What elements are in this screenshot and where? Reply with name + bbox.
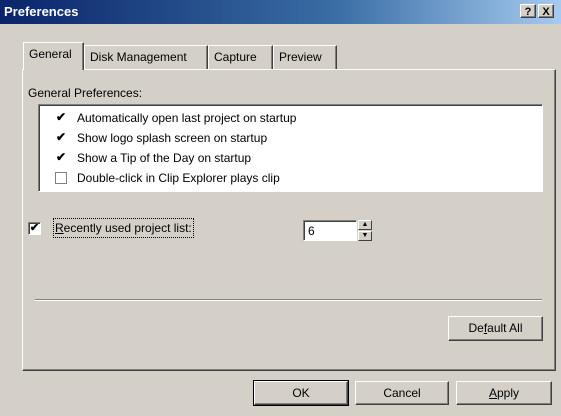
option-label: Automatically open last project on start… bbox=[77, 111, 297, 125]
recent-projects-checkbox[interactable]: ✔ bbox=[28, 222, 41, 235]
recent-projects-spinner[interactable]: ▲ ▼ bbox=[358, 220, 372, 241]
close-icon: X bbox=[542, 6, 550, 18]
title-bar[interactable]: Preferences ? X bbox=[0, 0, 561, 24]
option-label: Double-click in Clip Explorer plays clip bbox=[77, 171, 280, 185]
apply-label-accel: A bbox=[488, 386, 497, 400]
spinner-down-icon[interactable]: ▼ bbox=[358, 231, 372, 241]
general-preferences-list[interactable]: ✔ Automatically open last project on sta… bbox=[38, 104, 543, 192]
recent-projects-count-input[interactable] bbox=[303, 220, 357, 241]
option-label: Show a Tip of the Day on startup bbox=[77, 151, 252, 165]
default-all-label-b: ault All bbox=[487, 321, 523, 335]
general-preferences-label: General Preferences: bbox=[28, 86, 143, 100]
ok-button[interactable]: OK bbox=[253, 380, 349, 406]
close-button[interactable]: X bbox=[538, 4, 554, 18]
cancel-button[interactable]: Cancel bbox=[355, 381, 449, 405]
spinner-up-icon[interactable]: ▲ bbox=[358, 220, 372, 230]
recent-projects-label[interactable]: Recently used project list: bbox=[53, 218, 194, 238]
checkbox-checked-icon[interactable]: ✔ bbox=[55, 111, 67, 124]
help-icon: ? bbox=[524, 6, 532, 18]
tab-disk-management[interactable]: Disk Management bbox=[84, 45, 208, 69]
separator bbox=[35, 299, 542, 301]
recent-projects-label-accel: R bbox=[55, 221, 64, 235]
window-title: Preferences bbox=[4, 4, 79, 19]
recent-projects-label-rest: ecently used project list: bbox=[63, 221, 192, 235]
apply-button[interactable]: Apply bbox=[456, 381, 552, 405]
checkbox-checked-icon[interactable]: ✔ bbox=[55, 131, 67, 144]
default-all-label-a: De bbox=[468, 321, 484, 335]
option-label: Show logo splash screen on startup bbox=[77, 131, 268, 145]
tab-capture[interactable]: Capture bbox=[208, 45, 273, 69]
checkbox-unchecked-icon[interactable] bbox=[55, 172, 67, 184]
tab-general[interactable]: General bbox=[23, 42, 84, 70]
default-all-button[interactable]: Default All bbox=[448, 316, 543, 341]
preferences-dialog: Preferences ? X General Disk Management … bbox=[0, 0, 561, 416]
apply-label-rest: pply bbox=[497, 386, 520, 400]
checkbox-checked-icon[interactable]: ✔ bbox=[55, 151, 67, 164]
help-button[interactable]: ? bbox=[520, 4, 536, 18]
tab-preview[interactable]: Preview bbox=[273, 45, 337, 69]
